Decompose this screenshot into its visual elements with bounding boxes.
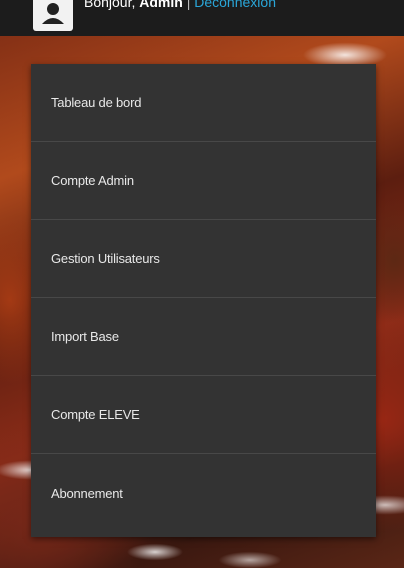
logout-link[interactable]: Déconnexion xyxy=(194,0,276,10)
menu-item-abonnement[interactable]: Abonnement xyxy=(31,454,376,532)
dropdown-menu: Tableau de bord Compte Admin Gestion Uti… xyxy=(31,64,376,537)
menu-item-tableau-de-bord[interactable]: Tableau de bord xyxy=(31,64,376,142)
menu-item-label: Compte Admin xyxy=(51,173,134,188)
greeting-label: Bonjour, xyxy=(84,0,136,10)
menu-item-import-base[interactable]: Import Base xyxy=(31,298,376,376)
greeting-text: Bonjour, Admin | Déconnexion xyxy=(84,0,276,10)
menu-item-label: Tableau de bord xyxy=(51,95,142,110)
menu-item-label: Abonnement xyxy=(51,485,123,501)
user-avatar-icon[interactable] xyxy=(33,0,73,31)
menu-item-label: Import Base xyxy=(51,329,119,344)
header-separator: | xyxy=(186,0,191,10)
menu-item-label: Gestion Utilisateurs xyxy=(51,251,160,266)
user-name: Admin xyxy=(139,0,183,10)
menu-item-compte-eleve[interactable]: Compte ELEVE xyxy=(31,376,376,454)
menu-item-compte-admin[interactable]: Compte Admin xyxy=(31,142,376,220)
top-bar: Bonjour, Admin | Déconnexion xyxy=(0,0,404,36)
menu-item-label: Compte ELEVE xyxy=(51,407,140,422)
menu-item-gestion-utilisateurs[interactable]: Gestion Utilisateurs xyxy=(31,220,376,298)
